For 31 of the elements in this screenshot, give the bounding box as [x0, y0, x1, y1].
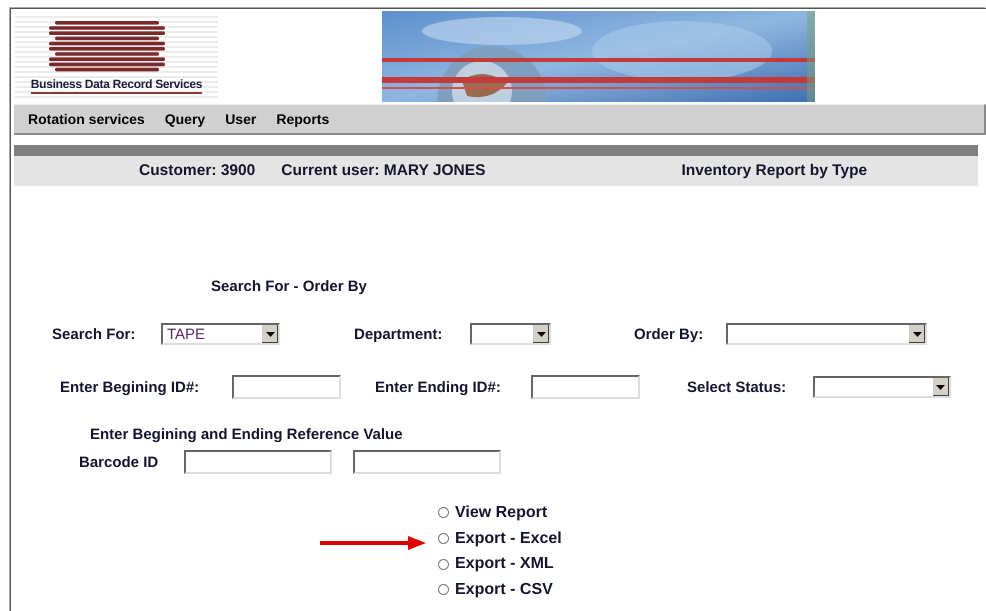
input-field[interactable]: [353, 450, 501, 474]
radio-option[interactable]: Export - CSV: [438, 577, 562, 603]
dropdown[interactable]: [812, 376, 951, 398]
field-label: Department:: [354, 326, 444, 342]
field-label: Barcode ID: [79, 454, 160, 470]
radio-option[interactable]: View Report: [438, 500, 562, 526]
radio-option[interactable]: Export - Excel: [438, 526, 562, 552]
radio-option[interactable]: Export - XML: [438, 551, 562, 578]
input-field[interactable]: [232, 375, 341, 399]
dropdown[interactable]: [726, 323, 927, 345]
reference-title: Enter Begining and Ending Reference Value: [90, 426, 404, 445]
input-field[interactable]: [530, 375, 640, 399]
section-title: Search For - Order By: [211, 278, 368, 297]
arrow-icon: [320, 536, 426, 550]
report-title: Inventory Report by Type: [681, 162, 868, 180]
menu-item[interactable]: Query: [158, 111, 212, 127]
logo-caption: Business Data Record Services: [30, 77, 202, 94]
current-user-label: Current user: MARY JONES: [281, 162, 486, 180]
field-label: Enter Ending ID#:: [374, 378, 502, 396]
dropdown[interactable]: TAPE: [161, 323, 280, 345]
field-label: Select Status:: [686, 378, 788, 396]
logo-icon: [48, 21, 164, 73]
field-label: Enter Begining ID#:: [60, 378, 200, 396]
input-field[interactable]: [184, 450, 332, 474]
menu-item[interactable]: Reports: [270, 111, 336, 127]
customer-label: Customer: 3900: [139, 162, 256, 180]
menu-item[interactable]: Rotation services: [22, 111, 151, 127]
field-label: Order By:: [634, 326, 704, 342]
menu-item[interactable]: User: [219, 111, 262, 127]
dropdown[interactable]: [470, 323, 551, 345]
field-label: Search For:: [52, 326, 136, 342]
